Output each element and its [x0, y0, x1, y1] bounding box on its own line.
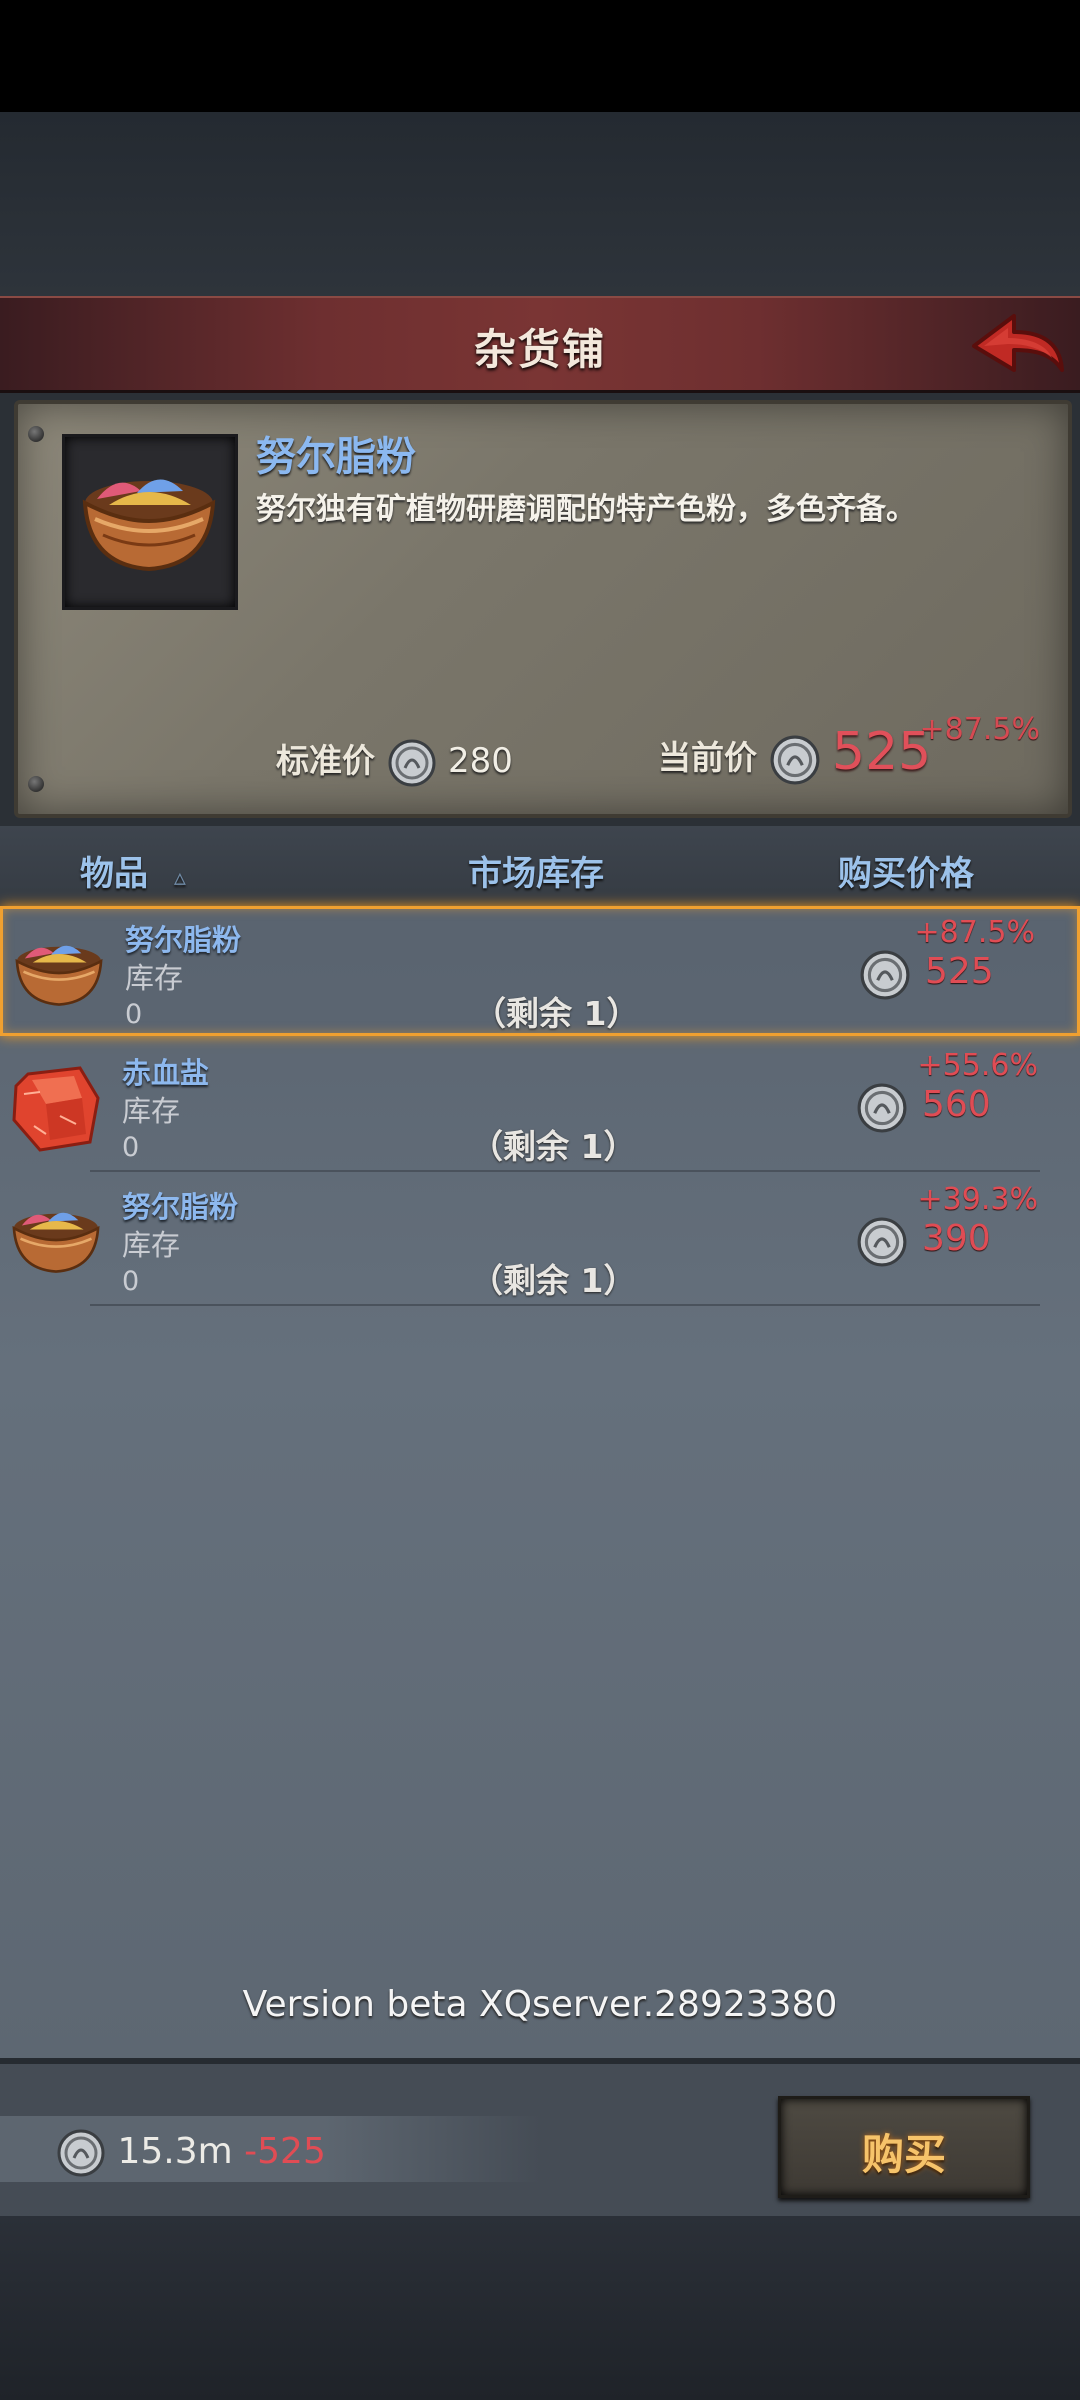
back-button[interactable]	[968, 308, 1068, 382]
price-change-percent: +39.3%	[917, 1182, 1038, 1217]
version-label: Version beta XQserver.28923380	[242, 1984, 838, 2025]
item-price: 560	[922, 1084, 991, 1125]
wallet-amount: 15.3m	[117, 2131, 233, 2172]
page-title: 杂货铺	[473, 325, 606, 374]
item-name: 努尔脂粉	[256, 434, 416, 480]
standard-price: 标准价 280	[276, 734, 513, 788]
stock-label: 库存	[125, 961, 184, 995]
row-divider	[90, 1170, 1040, 1172]
rivet-decoration	[28, 426, 44, 442]
status-bar	[0, 0, 1080, 112]
sort-ascending-icon: ▵	[173, 863, 186, 891]
stock-value: 0	[122, 1132, 140, 1163]
current-price-label: 当前价	[658, 738, 757, 777]
standard-price-label: 标准价	[276, 741, 375, 780]
wallet: 15.3m -525	[56, 2128, 326, 2178]
current-price-value: 525	[832, 722, 932, 782]
item-name: 努尔脂粉	[125, 923, 242, 957]
item-image-frame	[62, 434, 238, 610]
column-header-price[interactable]: 购买价格	[838, 846, 974, 895]
item-detail-panel: 努尔脂粉 努尔独有矿植物研磨调配的特产色粉，多色齐备。 +87.5% 标准价 2…	[14, 400, 1072, 818]
silver-coin-icon	[860, 950, 910, 1000]
silver-coin-icon	[770, 735, 819, 784]
item-name: 努尔脂粉	[122, 1190, 239, 1224]
list-item[interactable]: 努尔脂粉 库存 0 （剩余 1） +87.5% 525	[0, 906, 1080, 1036]
column-header-item[interactable]: 物品 ▵	[80, 846, 186, 895]
item-name: 赤血盐	[122, 1056, 210, 1090]
market-remaining: （剩余 1）	[470, 1127, 637, 1166]
list-item[interactable]: 赤血盐 库存 0 （剩余 1） +55.6% 560	[0, 1042, 1080, 1172]
price-change-percent: +87.5%	[914, 915, 1035, 950]
item-price: 525	[925, 951, 994, 992]
powder-bowl-icon	[15, 945, 103, 1006]
buy-button-label: 购买	[861, 2130, 946, 2179]
item-list: 努尔脂粉 库存 0 （剩余 1） +87.5% 525 赤血盐 库存 0 （剩余…	[0, 906, 1080, 2058]
column-header-item-label: 物品	[80, 854, 148, 894]
silver-coin-icon	[388, 739, 435, 786]
red-salt-icon	[12, 1066, 100, 1152]
bottom-bar: 15.3m -525 购买	[0, 2058, 1080, 2222]
stock-value: 0	[125, 999, 143, 1030]
stock-label: 库存	[122, 1094, 181, 1128]
standard-price-value: 280	[448, 741, 513, 781]
silver-coin-icon	[857, 1083, 907, 1133]
item-price: 390	[922, 1218, 991, 1259]
top-background	[0, 112, 1080, 298]
title-bar: 杂货铺	[0, 296, 1080, 393]
buy-button[interactable]: 购买	[778, 2096, 1030, 2198]
silver-coin-icon	[857, 1217, 907, 1267]
column-header-stock[interactable]: 市场库存	[468, 846, 604, 895]
powder-bowl-icon	[82, 479, 216, 572]
wallet-delta: -525	[244, 2131, 326, 2172]
current-price: 当前价 525	[658, 722, 931, 786]
market-remaining: （剩余 1）	[470, 1261, 637, 1300]
stock-value: 0	[122, 1266, 140, 1297]
powder-bowl-icon	[12, 1212, 100, 1273]
market-remaining: （剩余 1）	[473, 994, 640, 1033]
back-arrow-icon	[972, 314, 1064, 372]
silver-coin-icon	[57, 2129, 105, 2177]
row-divider	[90, 1304, 1040, 1306]
list-item[interactable]: 努尔脂粉 库存 0 （剩余 1） +39.3% 390	[0, 1176, 1080, 1306]
list-header: 物品 ▵ 市场库存 购买价格	[0, 826, 1080, 908]
item-description: 努尔独有矿植物研磨调配的特产色粉，多色齐备。	[256, 492, 916, 527]
rivet-decoration	[28, 776, 44, 792]
stock-label: 库存	[122, 1228, 181, 1262]
price-change-percent: +87.5%	[919, 712, 1040, 747]
footer-background	[0, 2216, 1080, 2400]
price-change-percent: +55.6%	[917, 1048, 1038, 1083]
